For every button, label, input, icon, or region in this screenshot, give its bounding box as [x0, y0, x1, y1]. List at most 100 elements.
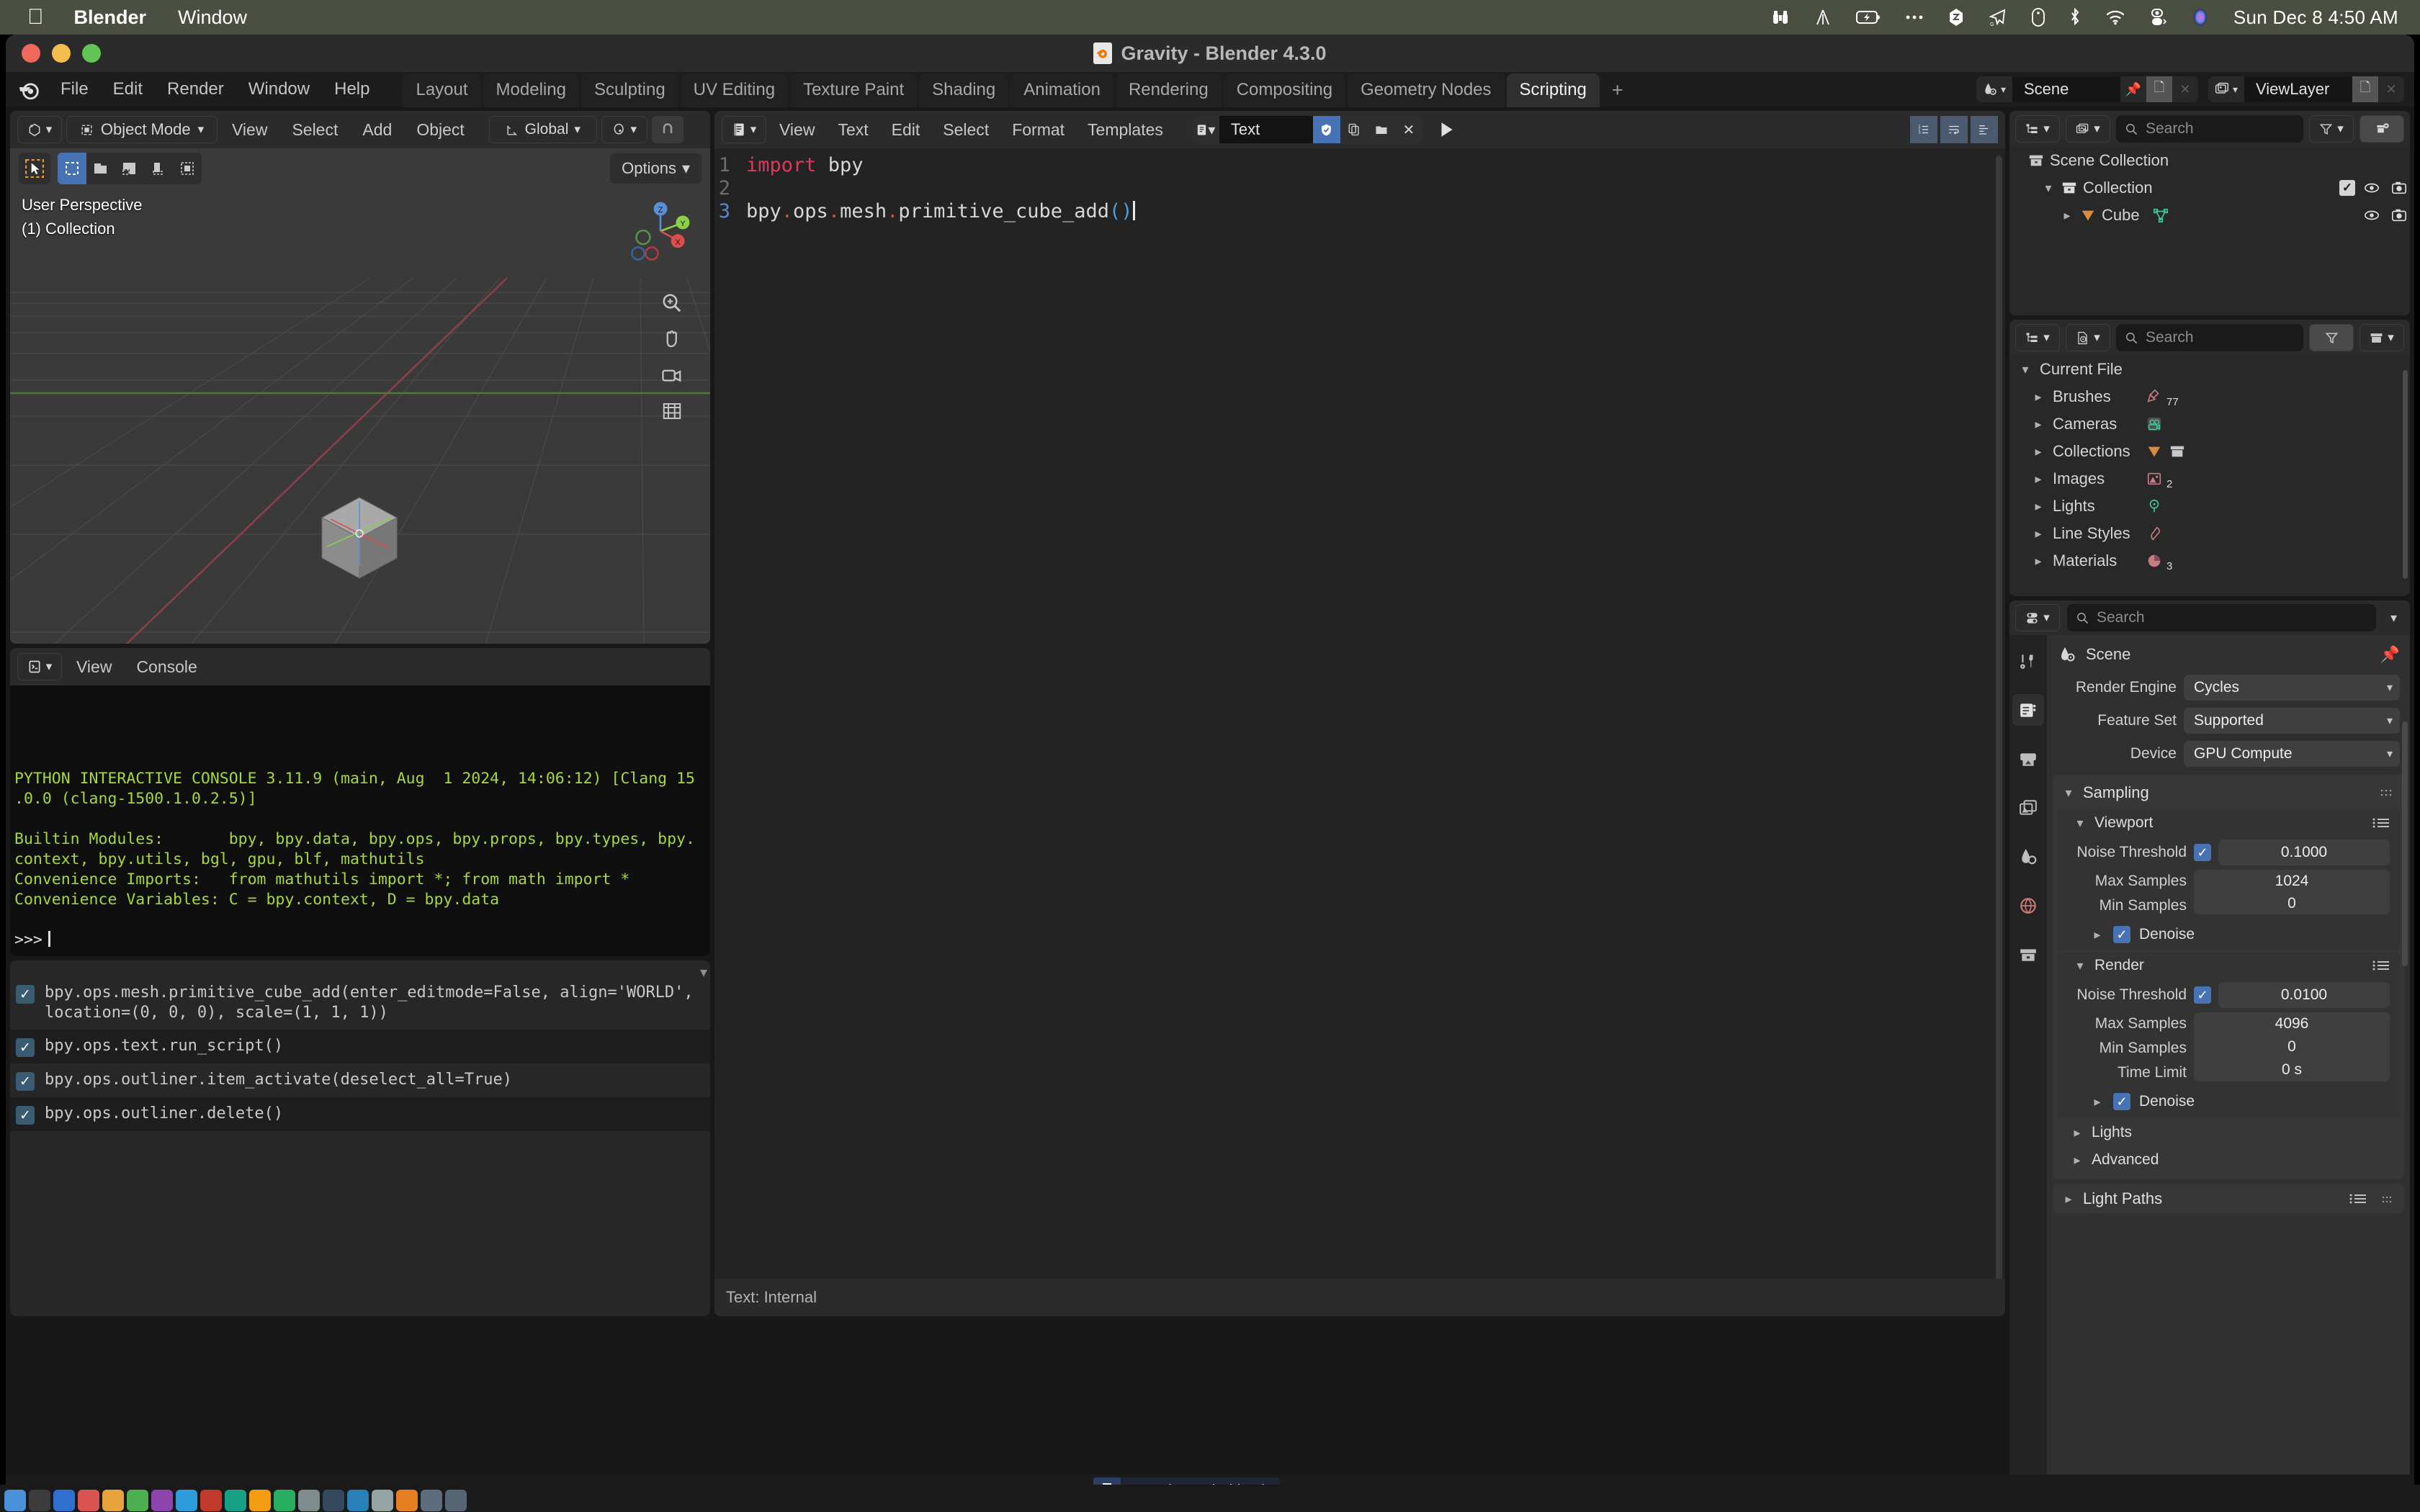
- wifi-icon[interactable]: [2105, 9, 2125, 25]
- viewport-denoise-checkbox[interactable]: [2113, 926, 2130, 943]
- chevron-down-icon[interactable]: ▾: [2073, 816, 2087, 831]
- mouse-icon[interactable]: [2031, 8, 2045, 27]
- outliner-display-mode-icon[interactable]: ▾: [2015, 115, 2060, 143]
- dock-maps-icon[interactable]: [274, 1490, 295, 1511]
- new-viewlayer-copy-icon[interactable]: 🗋: [2352, 76, 2378, 102]
- camera-render-icon[interactable]: [2388, 180, 2410, 196]
- collection-props-icon[interactable]: [2012, 939, 2044, 971]
- workspace-tab-scripting[interactable]: Scripting: [1506, 73, 1600, 107]
- menu-file[interactable]: File: [49, 75, 100, 104]
- sampling-lights-subpanel[interactable]: ▸ Lights: [2053, 1119, 2404, 1146]
- menu-render[interactable]: Render: [156, 75, 236, 104]
- unlink-viewlayer-icon[interactable]: ✕: [2378, 76, 2404, 102]
- scene-icon[interactable]: [2012, 841, 2044, 873]
- chevron-down-icon[interactable]: ▾: [2383, 611, 2404, 626]
- viewport-noise-threshold-field[interactable]: 0.1000: [2218, 840, 2390, 865]
- workspace-tab-animation[interactable]: Animation: [1010, 73, 1113, 107]
- list-item[interactable]: ▸ Cameras: [2009, 410, 2410, 438]
- binoculars-icon[interactable]: [1771, 9, 1790, 26]
- shield-check-icon[interactable]: [1312, 116, 1340, 143]
- text-editor-scrollbar[interactable]: [1996, 156, 2002, 1293]
- dock-facetime-icon[interactable]: [225, 1490, 246, 1511]
- chevron-right-icon[interactable]: ▸: [2031, 417, 2045, 432]
- chevron-right-icon[interactable]: ▸: [2031, 472, 2045, 487]
- scene-name[interactable]: Scene: [2012, 76, 2120, 102]
- blender-file-root-row[interactable]: ▾ Current File: [2009, 356, 2410, 383]
- code-area[interactable]: 1 import bpy 2 3 bpy.ops.mesh.primitive_…: [714, 154, 1994, 223]
- chevron-down-icon[interactable]: ▾: [2018, 362, 2033, 377]
- battery-charging-icon[interactable]: [1855, 10, 1881, 24]
- info-entry-checkbox[interactable]: [16, 1072, 35, 1091]
- workspace-tab-rendering[interactable]: Rendering: [1115, 73, 1222, 107]
- console-menu-console[interactable]: Console: [126, 654, 207, 680]
- workspace-tab-shading[interactable]: Shading: [919, 73, 1009, 107]
- text-menu-templates[interactable]: Templates: [1077, 117, 1173, 143]
- camera-render-icon[interactable]: [2388, 207, 2410, 223]
- list-item[interactable]: bpy.ops.outliner.item_activate(deselect_…: [10, 1063, 710, 1097]
- world-icon[interactable]: [2012, 890, 2044, 922]
- info-entry-checkbox[interactable]: [16, 985, 35, 1004]
- info-entry-checkbox[interactable]: [16, 1038, 35, 1057]
- outliner-row-cube[interactable]: ▸ Cube: [2009, 202, 2410, 229]
- dock-preferences-icon[interactable]: [372, 1490, 393, 1511]
- list-item[interactable]: bpy.ops.outliner.delete(): [10, 1097, 710, 1131]
- chevron-right-icon[interactable]: ▸: [2031, 390, 2045, 405]
- info-entry-checkbox[interactable]: [16, 1106, 35, 1125]
- presets-menu-icon[interactable]: [2348, 1193, 2368, 1205]
- eye-icon[interactable]: [2361, 207, 2383, 223]
- workspace-tab-compositing[interactable]: Compositing: [1223, 73, 1346, 107]
- outliner-row-scene-collection[interactable]: Scene Collection: [2009, 147, 2410, 174]
- menu-help[interactable]: Help: [323, 75, 381, 104]
- viewlayer-icon[interactable]: ▾: [2208, 76, 2244, 102]
- folder-open-icon[interactable]: [1367, 116, 1395, 143]
- pin-icon[interactable]: 📌: [2120, 76, 2146, 102]
- viewport-denoise-row[interactable]: ▸ Denoise: [2057, 919, 2400, 950]
- scene-icon[interactable]: ▾: [1976, 76, 2012, 102]
- feature-set-dropdown[interactable]: Supported ▾: [2184, 708, 2400, 734]
- viewport-sampling-header[interactable]: ▾ Viewport: [2057, 809, 2400, 837]
- properties-search-input[interactable]: Search: [2067, 604, 2376, 631]
- navigation-gizmo[interactable]: Z Y X: [629, 200, 691, 262]
- macos-app-name[interactable]: Blender: [74, 6, 147, 29]
- macos-window-menu[interactable]: Window: [178, 6, 247, 29]
- text-menu-select[interactable]: Select: [933, 117, 999, 143]
- text-menu-format[interactable]: Format: [1002, 117, 1075, 143]
- blender-file-icon[interactable]: ▾: [2066, 324, 2110, 351]
- workspace-tab-geometry-nodes[interactable]: Geometry Nodes: [1348, 73, 1505, 107]
- render-noise-threshold-checkbox[interactable]: [2194, 986, 2211, 1004]
- list-item[interactable]: bpy.ops.text.run_script(): [10, 1030, 710, 1063]
- list-item[interactable]: ▸ Lights: [2009, 492, 2410, 520]
- snap-magnet-icon[interactable]: [651, 116, 684, 143]
- eye-icon[interactable]: [2361, 180, 2383, 196]
- viewport-noise-threshold-checkbox[interactable]: [2194, 844, 2211, 861]
- console-body[interactable]: PYTHON INTERACTIVE CONSOLE 3.11.9 (main,…: [10, 685, 710, 956]
- viewlayer-icon[interactable]: [2012, 792, 2044, 824]
- telegram-icon[interactable]: G: [1989, 8, 2007, 27]
- list-item[interactable]: bpy.ops.mesh.primitive_cube_add(enter_ed…: [10, 976, 710, 1030]
- box-select-icon[interactable]: [58, 153, 86, 184]
- render-denoise-checkbox[interactable]: [2113, 1093, 2130, 1110]
- funnel-icon[interactable]: ▾: [2309, 115, 2354, 143]
- transform-orientation-selector[interactable]: Global ▾: [488, 116, 597, 143]
- pin-icon[interactable]: 📌: [2380, 645, 2400, 664]
- list-item[interactable]: ▸ Line Styles: [2009, 520, 2410, 547]
- dock-launchpad-icon[interactable]: [29, 1490, 50, 1511]
- render-noise-threshold-field[interactable]: 0.0100: [2218, 982, 2390, 1008]
- chevron-right-icon[interactable]: ▸: [2031, 554, 2045, 569]
- sampling-advanced-subpanel[interactable]: ▸ Advanced: [2053, 1146, 2404, 1174]
- bluetooth-icon[interactable]: [2069, 8, 2081, 27]
- workspace-tab-layout[interactable]: Layout: [403, 73, 481, 107]
- text-datablock-selector[interactable]: ▾ Text ✕: [1191, 116, 1422, 143]
- list-item[interactable]: ▸ Brushes 77: [2009, 383, 2410, 410]
- text-datablock-name[interactable]: Text: [1219, 116, 1313, 143]
- dock-messages-icon[interactable]: [127, 1490, 148, 1511]
- chevron-down-icon[interactable]: ▾: [2073, 958, 2087, 973]
- dock-downloads-icon[interactable]: [421, 1490, 442, 1511]
- new-copy-icon[interactable]: [1340, 116, 1368, 143]
- workspace-tab-modeling[interactable]: Modeling: [483, 73, 579, 107]
- editor-type-text-icon[interactable]: ▾: [722, 116, 766, 143]
- zoom-icon[interactable]: [661, 292, 683, 314]
- chevron-down-icon[interactable]: ▾: [2061, 786, 2076, 801]
- control-center-icon[interactable]: [2150, 8, 2167, 27]
- drag-handle-icon[interactable]: [2381, 1189, 2396, 1208]
